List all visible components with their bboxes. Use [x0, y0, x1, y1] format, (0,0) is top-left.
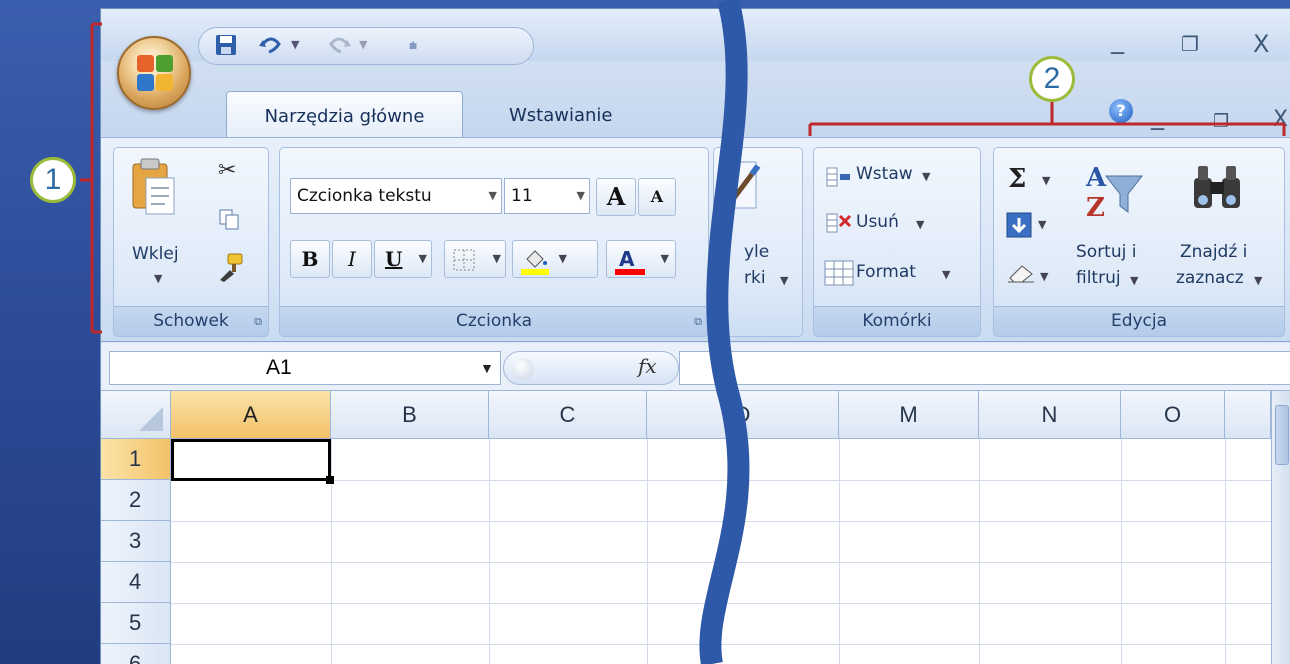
- annotation-overlay: [80, 0, 1286, 664]
- window-split-divider: [699, 0, 750, 664]
- bracket-ribbon-right: [808, 100, 1286, 136]
- callout-2: 2: [1029, 56, 1075, 102]
- bracket-quick-access-left: [80, 22, 102, 334]
- callout-1: 1: [30, 157, 76, 203]
